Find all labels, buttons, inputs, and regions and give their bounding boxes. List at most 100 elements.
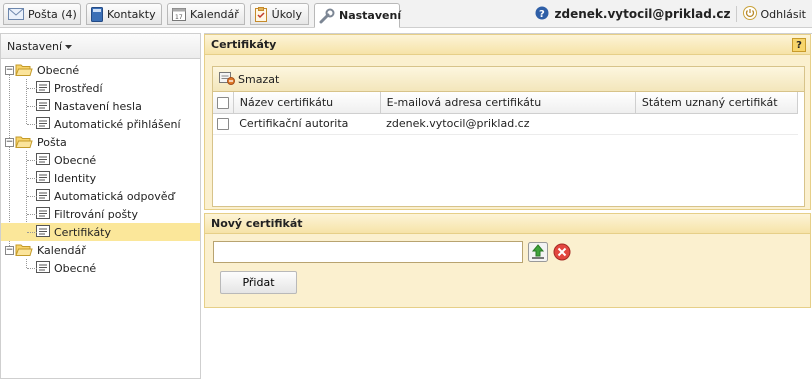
- tree-item-mail-general[interactable]: Obecné: [1, 151, 200, 169]
- row-checkbox-cell: [213, 113, 234, 135]
- close-icon: [553, 243, 571, 261]
- certificates-table: Název certifikátu E-mailová adresa certi…: [213, 92, 799, 135]
- collapse-icon[interactable]: −: [5, 137, 14, 147]
- upload-icon: [528, 242, 548, 262]
- page-icon: [36, 98, 50, 114]
- tree-item-autoreply[interactable]: Automatická odpověď: [1, 187, 200, 205]
- tab-label: Pošta (4): [28, 7, 77, 21]
- help-button[interactable]: ?: [792, 38, 806, 52]
- settings-tree: − Obecné Prostředí Nastavení hesla Autom…: [1, 59, 200, 277]
- cell-name: Certifikační autorita: [233, 113, 381, 135]
- tree-line: [27, 214, 37, 215]
- folder-open-icon: [15, 136, 33, 148]
- select-all-checkbox[interactable]: [217, 96, 229, 109]
- page-icon: [36, 80, 50, 96]
- tree-label: Kalendář: [37, 243, 86, 257]
- add-button[interactable]: Přidat: [220, 271, 297, 294]
- calendar-icon: 17: [172, 6, 186, 22]
- tree-item-autologin[interactable]: Automatické přihlášení: [1, 115, 200, 133]
- tree-line: [27, 124, 37, 125]
- tree-label: Obecné: [54, 261, 97, 275]
- tab-tasks[interactable]: Úkoly: [250, 3, 309, 25]
- tree-item-password[interactable]: Nastavení hesla: [1, 97, 200, 115]
- settings-content: Certifikáty ? Smazat Název certifikátu E…: [204, 33, 812, 379]
- clear-button[interactable]: [551, 241, 573, 263]
- tree-line: [27, 268, 37, 269]
- tree-label: Automatické přihlášení: [54, 117, 181, 131]
- page-icon: [36, 188, 50, 204]
- collapse-icon[interactable]: −: [5, 245, 14, 255]
- page-icon: [36, 152, 50, 168]
- settings-sidebar: Nastavení − Obecné Prostředí Nastavení h…: [0, 33, 201, 379]
- help-circle-icon: ?: [535, 6, 549, 23]
- column-header-name[interactable]: Název certifikátu: [233, 92, 381, 114]
- page-icon: [36, 260, 50, 276]
- new-certificate-section: Nový certifikát Přidat: [204, 213, 811, 308]
- wrench-icon: [319, 8, 335, 24]
- column-header-email[interactable]: E-mailová adresa certifikátu: [380, 92, 636, 114]
- logout-button[interactable]: Odhlásit: [743, 5, 806, 23]
- tree-item-calendar-general[interactable]: Obecné: [1, 259, 200, 277]
- page-icon: [36, 224, 50, 240]
- logout-label: Odhlásit: [760, 7, 806, 21]
- folder-open-icon: [15, 64, 33, 76]
- tree-label: Nastavení hesla: [54, 99, 142, 113]
- upload-button[interactable]: [527, 241, 549, 263]
- tree-line: [27, 106, 37, 107]
- user-email: zdenek.vytocil@priklad.cz: [554, 7, 731, 21]
- tasks-icon: [255, 6, 268, 22]
- table-header-row: Název certifikátu E-mailová adresa certi…: [213, 92, 799, 114]
- tree-folder-mail[interactable]: − Pošta: [1, 133, 200, 151]
- tree-label: Automatická odpověď: [54, 189, 175, 203]
- tree-folder-calendar[interactable]: − Kalendář: [1, 241, 200, 259]
- table-row[interactable]: Certifikační autorita zdenek.vytocil@pri…: [213, 113, 798, 135]
- certificate-file-input[interactable]: [213, 241, 523, 263]
- section-title: Certifikáty: [205, 35, 810, 55]
- mail-icon: [8, 6, 24, 22]
- cell-email: zdenek.vytocil@priklad.cz: [380, 113, 636, 135]
- power-icon: [743, 5, 758, 23]
- contacts-icon: [91, 6, 103, 22]
- tree-label: Filtrování pošty: [54, 207, 139, 221]
- tree-line: [27, 196, 37, 197]
- page-icon: [36, 116, 50, 132]
- certificates-grid: Smazat Název certifikátu E-mailová adres…: [212, 66, 805, 207]
- tree-label: Certifikáty: [54, 225, 112, 239]
- tab-label: Nastavení: [339, 9, 402, 22]
- divider: [736, 6, 738, 22]
- tree-item-identities[interactable]: Identity: [1, 169, 200, 187]
- dropdown-arrow-icon: [65, 40, 73, 53]
- select-all-cell: [213, 92, 234, 114]
- column-header-state[interactable]: Státem uznaný certifikát: [635, 92, 799, 114]
- grid-toolbar: Smazat: [213, 67, 804, 92]
- tree-item-mail-filter[interactable]: Filtrování pošty: [1, 205, 200, 223]
- tree-line: [27, 160, 37, 161]
- delete-certificate-icon: [219, 71, 235, 88]
- delete-label: Smazat: [238, 72, 280, 86]
- tree-line: [27, 88, 37, 89]
- sidebar-title: Nastavení: [7, 39, 63, 53]
- tab-label: Kontakty: [107, 7, 156, 21]
- tree-folder-general[interactable]: − Obecné: [1, 61, 200, 79]
- folder-open-icon: [15, 244, 33, 256]
- tree-item-certificates[interactable]: Certifikáty: [1, 223, 200, 241]
- delete-button[interactable]: Smazat: [219, 71, 279, 88]
- tree-label: Obecné: [37, 63, 80, 77]
- tab-mail[interactable]: Pošta (4): [3, 3, 81, 25]
- section-title: Nový certifikát: [205, 214, 810, 234]
- tab-settings[interactable]: Nastavení: [314, 3, 402, 28]
- top-bar: Pošta (4) Kontakty 17 Kalendář Úkoly Nas…: [0, 0, 812, 28]
- svg-text:?: ?: [539, 9, 545, 20]
- cell-state: [635, 113, 798, 135]
- tab-calendar[interactable]: 17 Kalendář: [167, 3, 245, 25]
- row-checkbox[interactable]: [217, 118, 229, 130]
- tree-label: Identity: [54, 171, 97, 185]
- tab-label: Úkoly: [271, 7, 302, 21]
- tree-line: [27, 178, 37, 179]
- page-icon: [36, 206, 50, 222]
- settings-menu-header[interactable]: Nastavení: [1, 33, 200, 59]
- tree-item-environment[interactable]: Prostředí: [1, 79, 200, 97]
- collapse-icon[interactable]: −: [5, 65, 14, 75]
- tree-label: Prostředí: [54, 81, 103, 95]
- tab-contacts[interactable]: Kontakty: [86, 3, 162, 25]
